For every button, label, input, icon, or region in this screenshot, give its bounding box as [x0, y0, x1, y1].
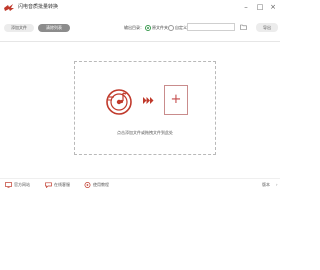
folder-icon[interactable]	[240, 24, 247, 30]
output-path-input[interactable]	[187, 23, 235, 31]
toolbar: 添加文件 清除列表 输出目录： 原文件夹 自定义 导出	[0, 14, 280, 42]
file-drop-zone[interactable]: + 点击添加文件或拖拽文件到此处	[74, 61, 216, 155]
clear-list-button[interactable]: 清除列表	[38, 24, 70, 32]
bottom-bar: 官方网站 在线客服 使用教程 版本 ›	[0, 178, 280, 191]
chevron-right-icon[interactable]: ›	[276, 182, 278, 188]
output-dir-label: 输出目录：	[124, 25, 144, 30]
plus-icon: +	[170, 92, 182, 107]
title-bar: 闪电音质批量转换 – □ ×	[0, 0, 280, 14]
maximize-icon[interactable]: □	[256, 3, 264, 11]
online-service-link[interactable]: 在线客服	[45, 181, 85, 189]
add-file-button[interactable]: 添加文件	[4, 24, 34, 32]
official-site-link[interactable]: 官方网站	[5, 181, 45, 189]
radio-custom-folder-label: 自定义	[175, 25, 187, 30]
music-disc-icon	[106, 89, 132, 115]
arrow-right-icon	[143, 97, 154, 104]
minimize-icon[interactable]: –	[242, 3, 250, 11]
radio-original-folder[interactable]	[145, 25, 151, 31]
monitor-icon	[5, 182, 12, 188]
version-label: 版本	[262, 182, 270, 187]
tutorial-link[interactable]: 使用教程	[84, 181, 124, 189]
drop-hint-text: 点击添加文件或拖拽文件到此处	[117, 130, 173, 135]
app-logo-icon	[4, 4, 14, 11]
close-icon[interactable]: ×	[269, 3, 277, 11]
add-file-box[interactable]: +	[164, 85, 188, 115]
play-circle-icon	[84, 182, 91, 188]
export-button[interactable]: 导出	[256, 23, 278, 32]
radio-custom-folder[interactable]	[168, 25, 174, 31]
radio-original-folder-label: 原文件夹	[152, 25, 168, 30]
app-title: 闪电音质批量转换	[18, 4, 59, 10]
online-service-label: 在线客服	[54, 182, 70, 187]
official-site-label: 官方网站	[14, 182, 30, 187]
tutorial-label: 使用教程	[93, 182, 109, 187]
chat-icon	[45, 182, 52, 188]
